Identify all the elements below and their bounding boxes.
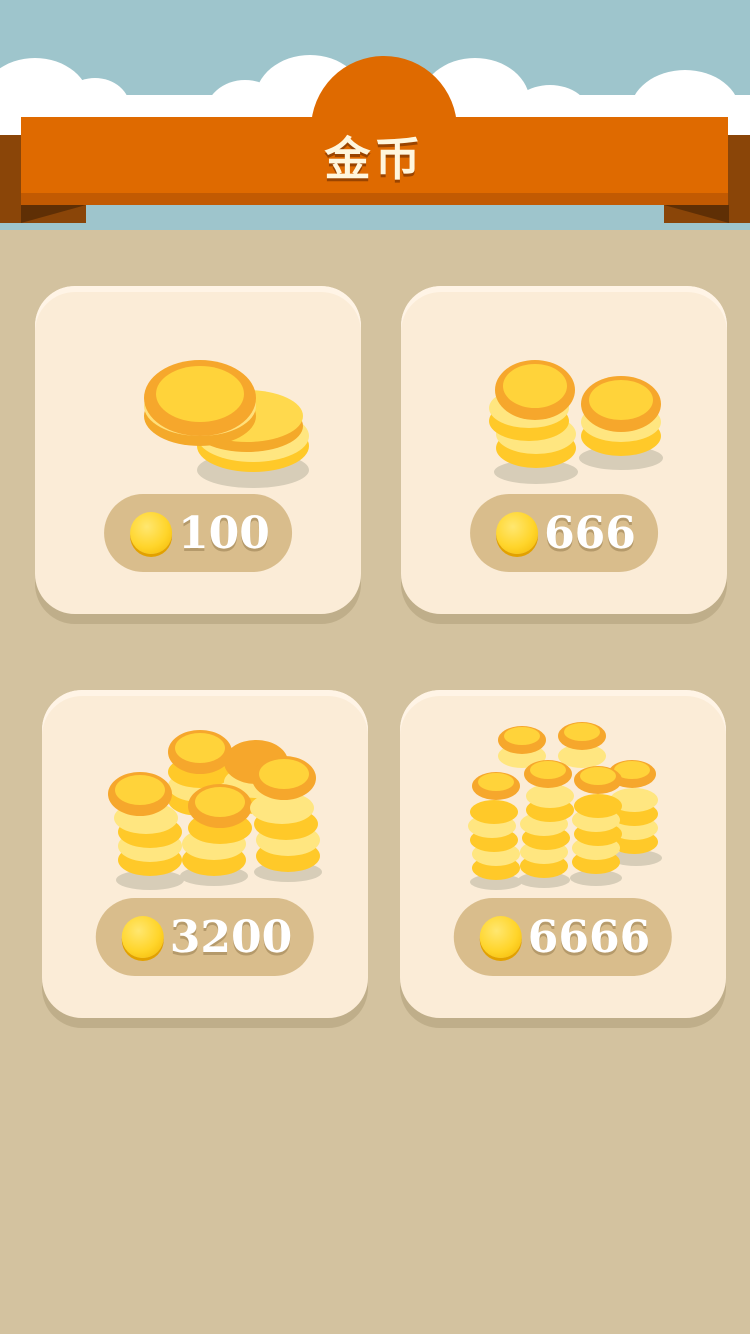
coin-stack-small-icon [144,360,309,488]
price-pill: 6666 [453,898,673,976]
price-pill: 100 [104,494,292,572]
coin-pile-huge-icon [468,722,662,890]
coin-icon [479,916,522,958]
coin-pack-card-3200[interactable]: 3200 [42,690,368,1018]
coin-amount: 6666 [527,911,651,963]
coin-icon [121,916,164,958]
title-banner: 金币 [21,117,728,205]
coin-icon [496,512,539,554]
price-pill: 666 [470,494,658,572]
coin-amount: 666 [544,507,636,559]
coin-pack-card-666[interactable]: 666 [401,286,727,614]
coin-pile-large-icon [108,730,322,890]
price-pill: 3200 [95,898,315,976]
coin-pack-card-6666[interactable]: 6666 [400,690,726,1018]
coin-stack-medium-icon [489,360,663,484]
coin-amount: 3200 [169,911,293,963]
page-title: 金币 [324,132,425,186]
coin-amount: 100 [178,507,270,559]
coin-icon [130,512,173,554]
coin-pack-card-100[interactable]: 100 [35,286,361,614]
